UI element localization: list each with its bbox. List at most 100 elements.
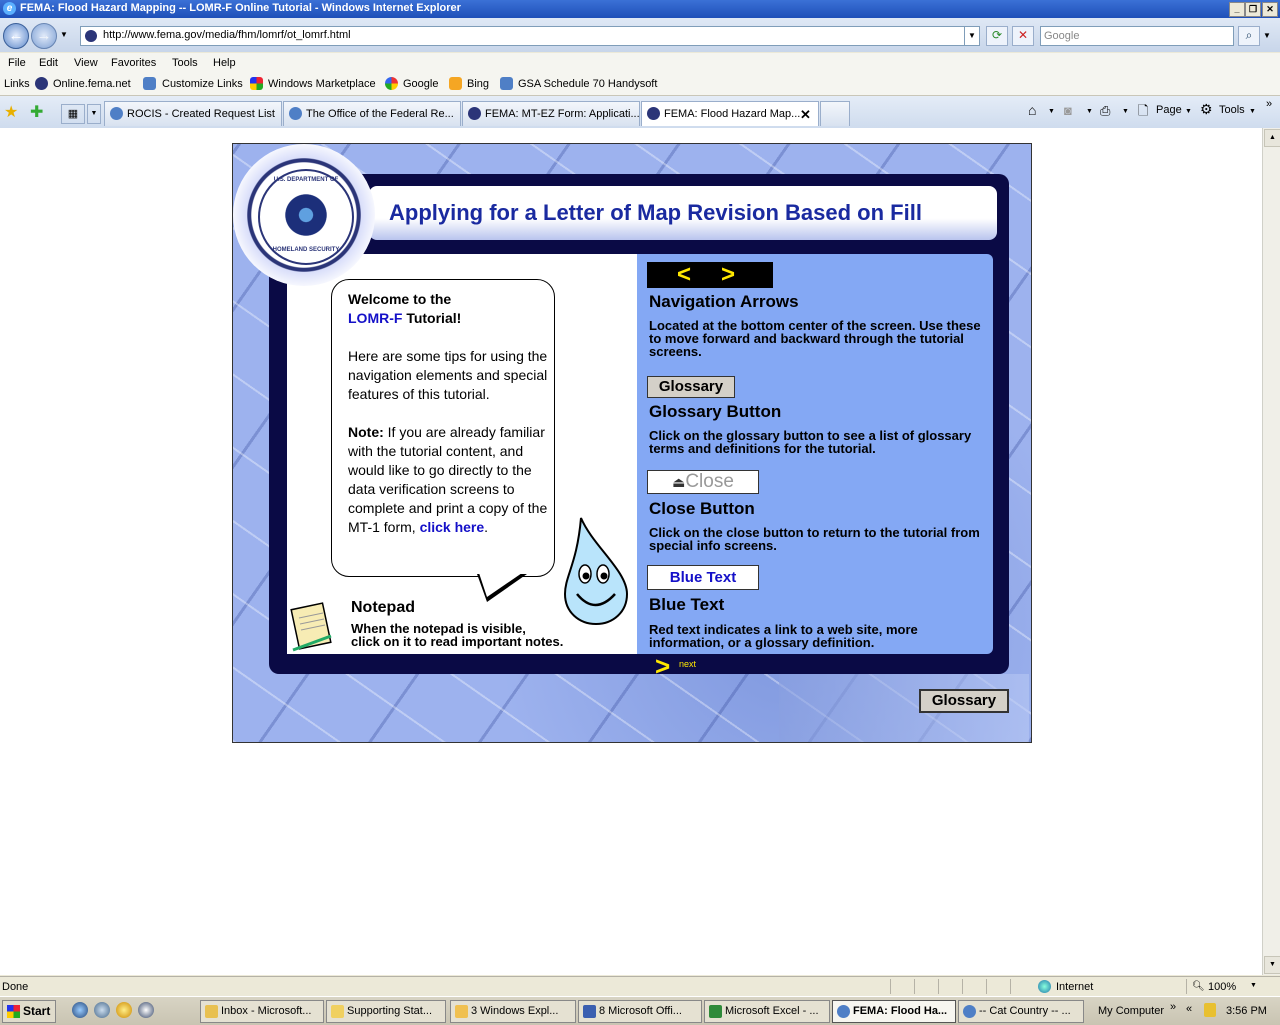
tips-text: Here are some tips for using the navigat… xyxy=(348,348,548,402)
fema-seal-icon xyxy=(35,77,48,90)
shield-icon[interactable] xyxy=(1204,1003,1216,1017)
home-dropdown[interactable]: ▼ xyxy=(1048,108,1055,115)
explorer-quicklaunch-icon[interactable] xyxy=(94,1002,110,1018)
address-dropdown[interactable]: ▼ xyxy=(964,27,979,45)
my-computer-toolbar[interactable]: My Computer xyxy=(1098,1005,1164,1017)
tools-dropdown[interactable]: ▼ xyxy=(1249,108,1256,115)
back-button[interactable]: ← xyxy=(3,23,29,49)
tab-fema-flood-hazard[interactable]: FEMA: Flood Hazard Map... ✕ xyxy=(641,101,819,126)
search-icon[interactable]: ⌕ xyxy=(1238,26,1260,46)
quick-tabs-icon[interactable]: ▦ xyxy=(61,104,85,124)
tools-menu[interactable]: Tools xyxy=(1219,104,1245,116)
next-arrow-button[interactable]: > xyxy=(655,653,670,679)
task-microsoft-office[interactable]: 8 Microsoft Offi... xyxy=(578,1000,702,1023)
link-customize-links[interactable]: Customize Links xyxy=(162,78,243,90)
menu-edit[interactable]: Edit xyxy=(39,57,58,69)
refresh-button[interactable]: ⟳ xyxy=(986,26,1008,46)
chevron-right-icon[interactable]: » xyxy=(1170,1001,1176,1013)
tab-federal-register[interactable]: The Office of the Federal Re... xyxy=(283,101,461,126)
zoom-level[interactable]: 100% xyxy=(1208,981,1236,993)
nav-arrows-heading: Navigation Arrows xyxy=(649,292,799,311)
home-icon[interactable]: ⌂ xyxy=(1028,102,1036,118)
internet-zone-icon xyxy=(1038,980,1051,993)
status-bar: Done Internet 🔍︎ 100% ▼ xyxy=(0,976,1280,997)
glossary-button[interactable]: Glossary xyxy=(919,689,1009,713)
link-google[interactable]: Google xyxy=(403,78,438,90)
ie-quicklaunch-icon[interactable] xyxy=(72,1002,88,1018)
close-window-button[interactable]: ✕ xyxy=(1262,2,1278,17)
link-bing[interactable]: Bing xyxy=(467,78,489,90)
dhs-seal-logo: U.S. DEPARTMENT OF HOMELAND SECURITY xyxy=(233,144,375,286)
link-gsa-schedule[interactable]: GSA Schedule 70 Handysoft xyxy=(518,78,657,90)
tab-mt-ez-form[interactable]: FEMA: MT-EZ Form: Applicati... xyxy=(462,101,640,126)
tab-label: ROCIS - Created Request List xyxy=(127,108,275,120)
minimize-button[interactable]: _ xyxy=(1229,2,1245,17)
task-excel[interactable]: Microsoft Excel - ... xyxy=(704,1000,830,1023)
menu-tools[interactable]: Tools xyxy=(172,57,198,69)
search-options-dropdown[interactable]: ▼ xyxy=(1263,31,1271,40)
search-input[interactable]: Google xyxy=(1040,26,1234,46)
link-online-fema[interactable]: Online.fema.net xyxy=(53,78,131,90)
feeds-dropdown[interactable]: ▼ xyxy=(1086,108,1093,115)
task-supporting-stat[interactable]: Supporting Stat... xyxy=(326,1000,446,1023)
right-panel: < > Navigation Arrows Located at the bot… xyxy=(637,254,993,654)
task-label: -- Cat Country -- ... xyxy=(979,1005,1071,1017)
scroll-up-arrow[interactable]: ▲ xyxy=(1264,129,1280,147)
new-tab-button[interactable] xyxy=(820,101,850,126)
link-windows-marketplace[interactable]: Windows Marketplace xyxy=(268,78,376,90)
menu-view[interactable]: View xyxy=(74,57,98,69)
scroll-down-arrow[interactable]: ▼ xyxy=(1264,956,1280,974)
task-windows-explorer[interactable]: 3 Windows Expl... xyxy=(450,1000,576,1023)
note-period: . xyxy=(484,519,489,535)
window-title-bar[interactable]: e FEMA: Flood Hazard Mapping -- LOMR-F O… xyxy=(0,0,1280,18)
feeds-icon[interactable]: ◙ xyxy=(1064,103,1072,118)
favorites-star-icon[interactable]: ★ xyxy=(4,102,18,122)
vertical-scrollbar[interactable]: ▲ ▼ xyxy=(1262,128,1280,975)
tab-rocis[interactable]: ROCIS - Created Request List xyxy=(104,101,282,126)
task-inbox[interactable]: Inbox - Microsoft... xyxy=(200,1000,324,1023)
maximize-button[interactable]: ❐ xyxy=(1245,2,1261,17)
menu-bar: File Edit View Favorites Tools Help xyxy=(0,53,1280,73)
eject-icon: ⏏ xyxy=(672,474,686,490)
add-favorites-icon[interactable]: ✚ xyxy=(30,102,43,122)
email-icon xyxy=(331,1005,344,1018)
forward-button[interactable]: → xyxy=(31,23,57,49)
recent-pages-dropdown[interactable]: ▼ xyxy=(60,30,68,39)
chevron-left-icon[interactable]: « xyxy=(1186,1003,1192,1015)
notepad-icon[interactable] xyxy=(287,598,339,654)
windows-flag-icon xyxy=(250,77,263,90)
close-tab-icon[interactable]: ✕ xyxy=(800,107,811,123)
chevron-right-icon[interactable]: » xyxy=(1266,98,1272,110)
gear-icon: ⚙ xyxy=(1200,101,1213,117)
notepad-text-line: click on it to read important notes. xyxy=(351,634,564,649)
menu-help[interactable]: Help xyxy=(213,57,236,69)
menu-favorites[interactable]: Favorites xyxy=(111,57,156,69)
tab-list-dropdown[interactable]: ▼ xyxy=(87,104,101,124)
ie-page-icon xyxy=(110,107,123,120)
print-dropdown[interactable]: ▼ xyxy=(1122,108,1129,115)
note-label: Note: xyxy=(348,424,384,440)
media-player-quicklaunch-icon[interactable] xyxy=(138,1002,154,1018)
outlook-quicklaunch-icon[interactable] xyxy=(116,1002,132,1018)
fema-seal-icon xyxy=(647,107,660,120)
tab-label: The Office of the Federal Re... xyxy=(306,108,454,120)
start-button[interactable]: Start xyxy=(2,1000,56,1023)
nav-right-arrow-icon: > xyxy=(721,261,736,288)
click-here-link[interactable]: click here xyxy=(420,519,485,535)
zoom-dropdown[interactable]: ▼ xyxy=(1250,982,1257,989)
next-label[interactable]: next xyxy=(679,659,696,669)
task-fema-flood-hazard[interactable]: FEMA: Flood Ha... xyxy=(832,1000,956,1023)
print-icon[interactable]: ⎙ xyxy=(1100,103,1110,119)
page-menu[interactable]: Page xyxy=(1156,104,1182,116)
taskbar: Start Inbox - Microsoft... Supporting St… xyxy=(0,996,1280,1025)
water-drop-mascot-icon xyxy=(563,517,629,626)
stop-button[interactable]: ✕ xyxy=(1012,26,1034,46)
nav-left-arrow-icon: < xyxy=(677,261,692,288)
links-label: Links xyxy=(4,78,30,90)
blue-text-sample-button: Blue Text xyxy=(647,565,759,590)
seal-top-text: U.S. DEPARTMENT OF xyxy=(273,177,339,183)
menu-file[interactable]: File xyxy=(8,57,26,69)
page-dropdown[interactable]: ▼ xyxy=(1185,108,1192,115)
task-cat-country[interactable]: -- Cat Country -- ... xyxy=(958,1000,1084,1023)
address-bar[interactable]: http://www.fema.gov/media/fhm/lomrf/ot_l… xyxy=(80,26,980,46)
